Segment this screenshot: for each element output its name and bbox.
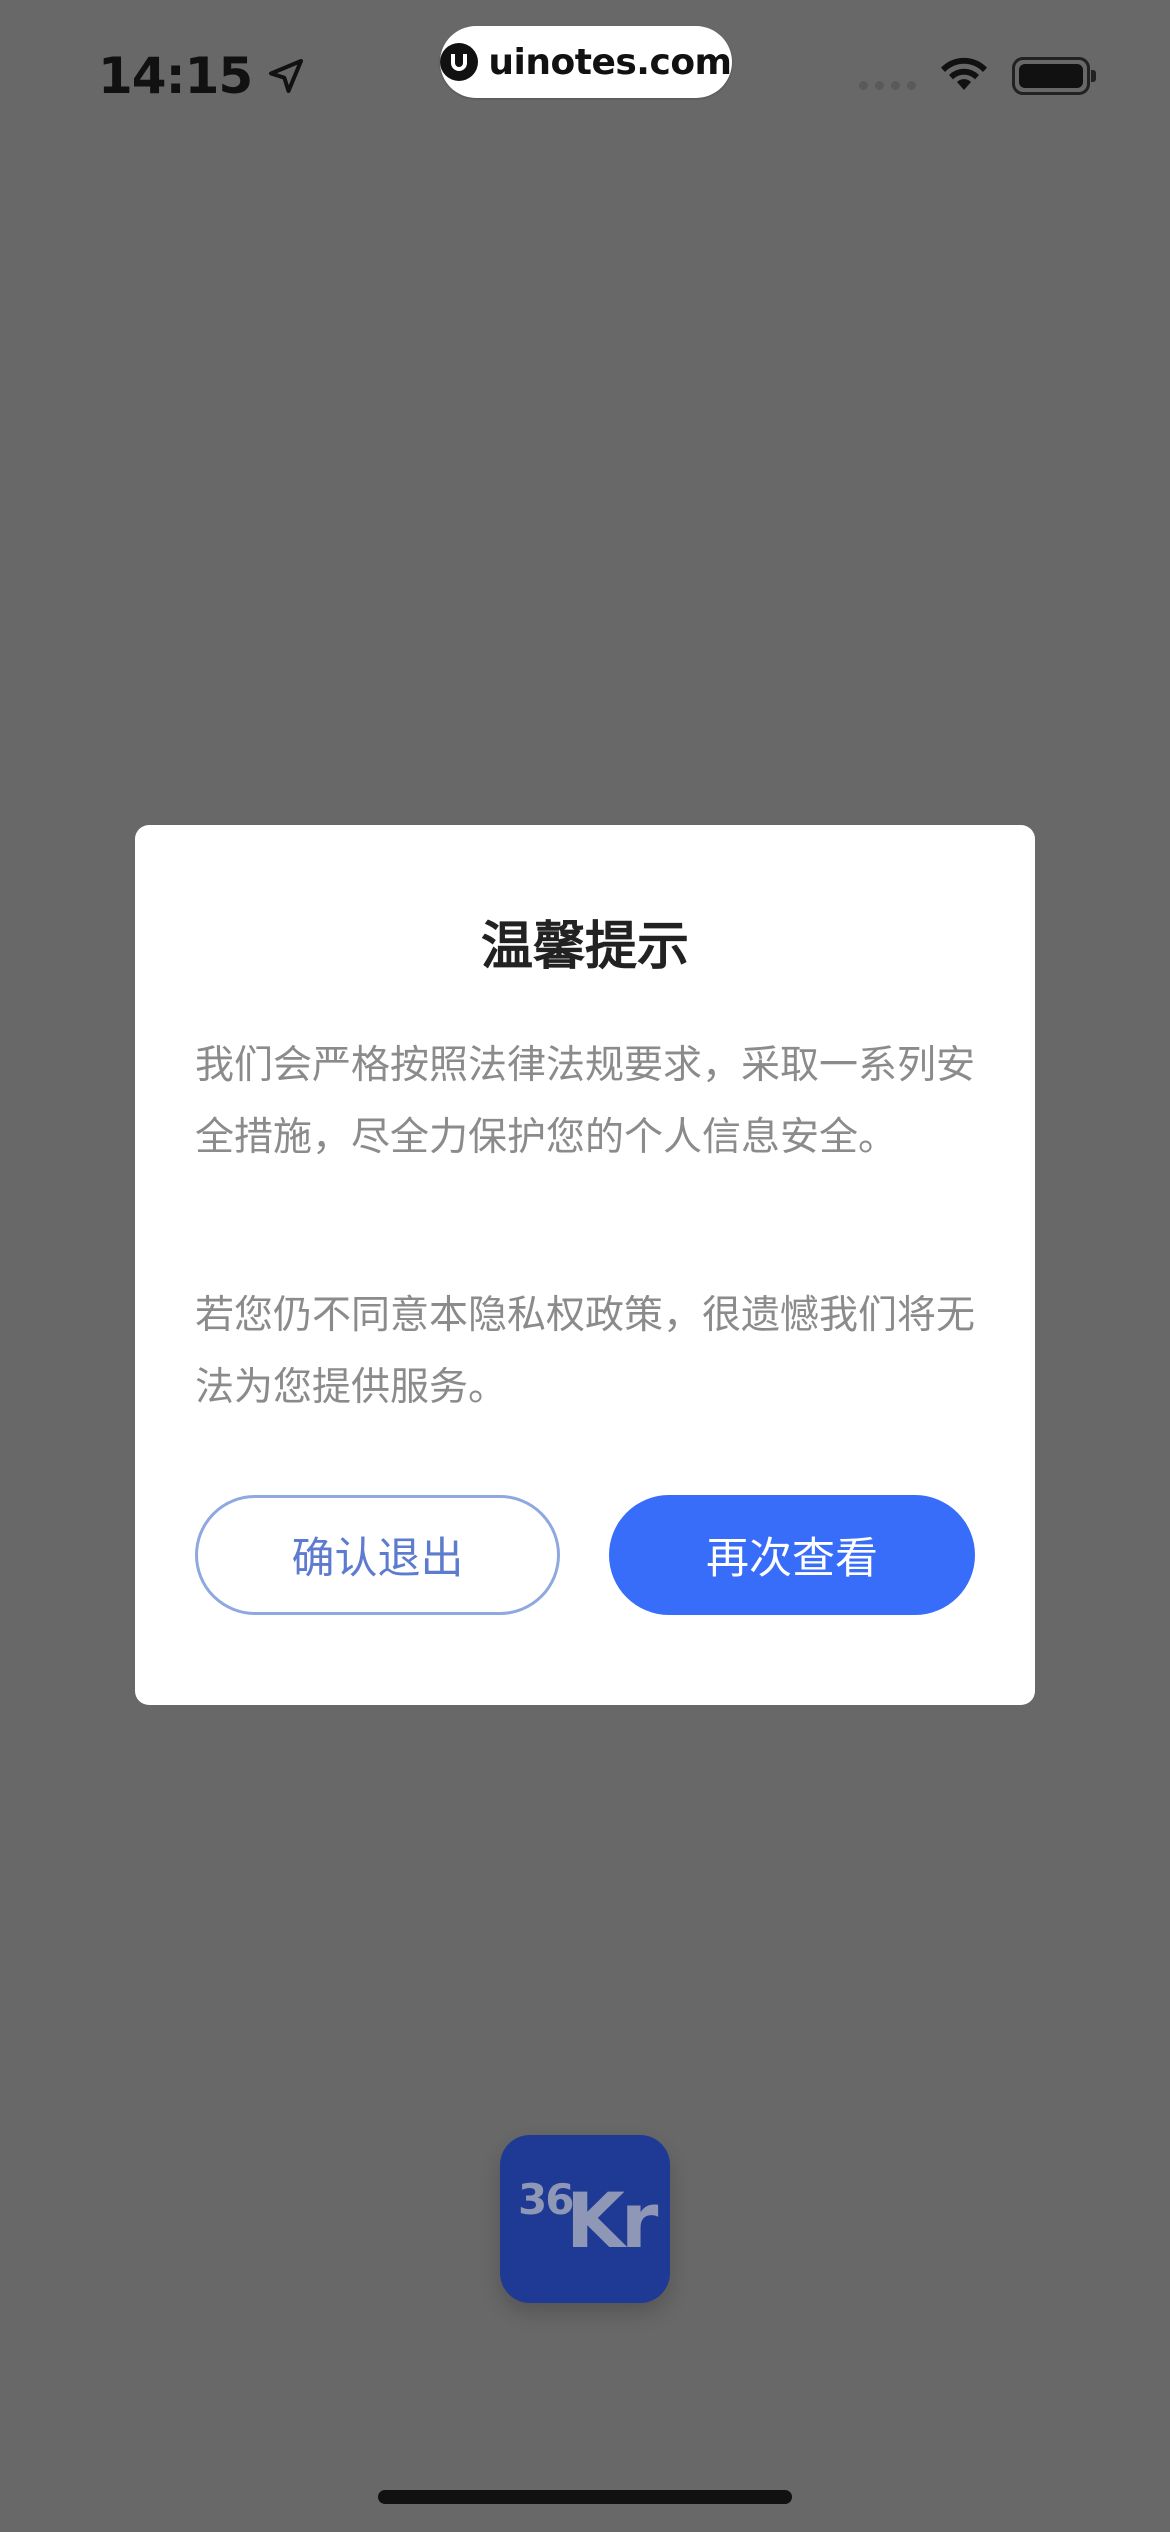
battery-icon bbox=[1012, 57, 1096, 95]
dialog-title: 温馨提示 bbox=[480, 917, 689, 977]
url-text: uinotes.com bbox=[488, 41, 732, 83]
time-label: 14:15 bbox=[98, 47, 253, 105]
status-time: 14:15 bbox=[98, 44, 306, 108]
dialog-paragraph-1: 我们会严格按照法律法规要求，采取一系列安全措施，尽全力保护您的个人信息安全。 bbox=[195, 1043, 976, 1160]
privacy-dialog: 温馨提示 我们会严格按照法律法规要求，采取一系列安全措施，尽全力保护您的个人信息… bbox=[135, 825, 1035, 1705]
wifi-icon bbox=[938, 54, 990, 98]
logo-36-text: 36 bbox=[518, 2175, 574, 2224]
review-again-button[interactable]: 再次查看 bbox=[609, 1495, 975, 1615]
uinotes-logo-icon bbox=[440, 43, 479, 81]
signal-icon bbox=[859, 80, 916, 90]
url-pill[interactable]: uinotes.com bbox=[440, 26, 732, 98]
status-icons bbox=[859, 54, 1096, 98]
app-logo: 36 Kr bbox=[500, 2135, 670, 2303]
home-indicator[interactable] bbox=[378, 2490, 792, 2504]
location-arrow-icon bbox=[266, 56, 306, 96]
logo-kr-text: Kr bbox=[566, 2176, 658, 2265]
confirm-exit-button[interactable]: 确认退出 bbox=[195, 1495, 560, 1615]
dialog-paragraph-2: 若您仍不同意本隐私权政策，很遗憾我们将无法为您提供服务。 bbox=[195, 1293, 976, 1410]
